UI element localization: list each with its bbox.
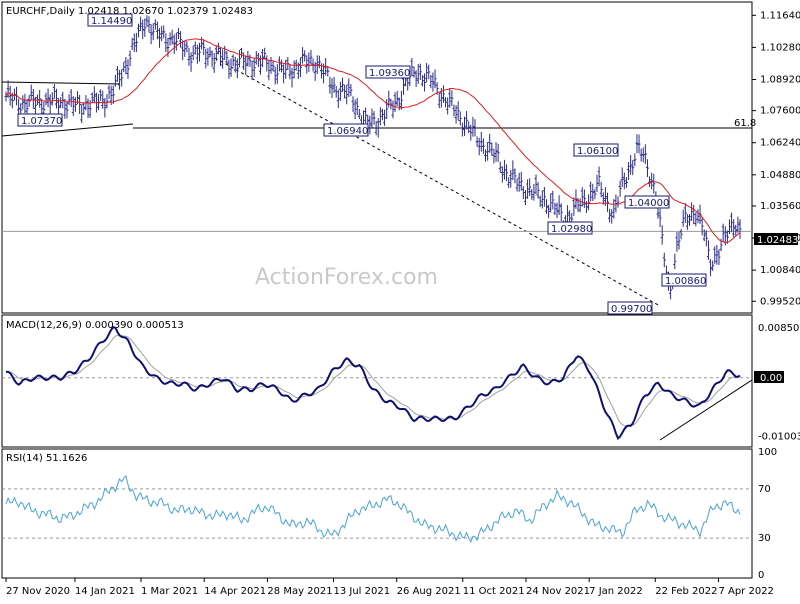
x-axis-label: 13 Jul 2021 (333, 586, 390, 597)
macd-y-tick-label: 0.008507 (758, 323, 800, 334)
rsi-y-tick-label: 70 (758, 484, 771, 495)
macd-current-label: 0.00 (760, 373, 782, 384)
rsi-line (5, 474, 741, 544)
macd-y-tick-label: -0.010034 (758, 432, 800, 443)
price-label: 0.99700 (611, 304, 652, 315)
price-y-tick-label: 1.03560 (760, 201, 800, 212)
price-label: 1.04000 (628, 198, 669, 209)
rsi-pane-border (1, 448, 753, 579)
price-label: 1.00860 (665, 276, 706, 287)
price-y-tick-label: 1.08920 (760, 74, 800, 85)
macd-pane-border (1, 314, 753, 448)
x-axis: 27 Nov 2020 14 Jan 2021 1 Mar 2021 14 Apr 2… (5, 578, 774, 597)
price-y-tick-label: 1.11640 (760, 10, 800, 21)
price-y-tick-label: 1.04880 (760, 170, 800, 181)
macd-trend-line (659, 379, 753, 441)
x-axis-label: 14 Jan 2021 (75, 586, 135, 597)
x-axis-label: 14 Apr 2021 (204, 586, 266, 597)
x-axis-label: 7 Jan 2022 (589, 586, 643, 597)
current-price-label: 1.02483 (757, 235, 798, 246)
forex-chart: ActionForex.com EURCHF,Daily 1.02418 1.0… (1, 1, 800, 597)
rsi-pane-header: RSI(14) 51.1626 (6, 453, 87, 464)
price-label: 1.06100 (577, 146, 618, 157)
x-axis-label: 26 Aug 2021 (397, 586, 461, 597)
macd-series (5, 326, 741, 441)
price-label: 1.07370 (21, 116, 62, 127)
price-label: 1.06940 (327, 126, 368, 137)
x-axis-label: 27 Nov 2020 (6, 586, 70, 597)
rsi-y-tick-label: 100 (758, 447, 777, 458)
channel-top-line (1, 81, 121, 85)
macd-line (5, 326, 741, 441)
x-axis-label: 28 May 2021 (267, 586, 332, 597)
macd-pane-header: MACD(12,26,9) 0.000390 0.000513 (6, 320, 184, 331)
price-label: 1.09360 (369, 68, 410, 79)
x-axis-label: 1 Mar 2021 (141, 586, 198, 597)
price-y-tick-label: 1.06240 (760, 138, 800, 149)
price-label: 1.14490 (91, 16, 132, 27)
chart-root: ActionForex.com EURCHF,Daily 1.02418 1.0… (0, 0, 800, 600)
rsi-series (5, 474, 741, 544)
price-y-tick-label: 1.00840 (760, 265, 800, 276)
rsi-y-tick-label: 0 (758, 570, 764, 581)
fib-level-label: 61.8 (734, 118, 756, 129)
price-y-tick-label: 1.07600 (760, 106, 800, 117)
x-axis-label: 11 Oct 2021 (463, 586, 525, 597)
price-y-tick-label: 1.10280 (760, 42, 800, 53)
price-y-tick-label: 0.99520 (760, 296, 800, 307)
macd-signal-line (6, 334, 741, 427)
price-label: 1.02980 (551, 224, 592, 235)
watermark: ActionForex.com (255, 265, 438, 290)
price-bars (4, 15, 742, 300)
x-axis-label: 22 Feb 2022 (655, 586, 717, 597)
rsi-y-tick-label: 30 (758, 533, 771, 544)
x-axis-label: 24 Nov 2021 (526, 586, 590, 597)
x-axis-label: 7 Apr 2022 (718, 586, 773, 597)
